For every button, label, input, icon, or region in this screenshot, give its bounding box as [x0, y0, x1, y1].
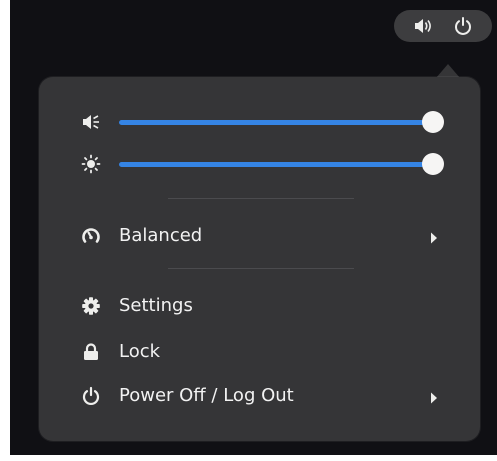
power-icon — [452, 15, 474, 37]
brightness-icon — [81, 154, 101, 174]
power-mode-item[interactable]: Balanced — [39, 218, 480, 254]
brightness-slider[interactable] — [119, 153, 444, 175]
volume-slider-handle[interactable] — [422, 111, 444, 133]
volume-slider-fill — [119, 120, 433, 125]
power-mode-label: Balanced — [119, 225, 203, 246]
lock-item[interactable]: Lock — [39, 334, 480, 370]
popover-arrow — [436, 64, 460, 78]
settings-item[interactable]: Settings — [39, 288, 480, 324]
brightness-slider-handle[interactable] — [422, 153, 444, 175]
chevron-right-icon — [427, 229, 441, 244]
brightness-slider-fill — [119, 162, 433, 167]
volume-slider[interactable] — [119, 111, 444, 133]
power-off-label: Power Off / Log Out — [119, 385, 294, 406]
volume-slider-row — [39, 107, 480, 137]
volume-muted-icon[interactable] — [81, 112, 101, 132]
lock-label: Lock — [119, 341, 161, 362]
separator — [168, 268, 354, 269]
chevron-right-icon — [427, 389, 441, 404]
separator — [168, 198, 354, 199]
volume-icon — [412, 15, 434, 37]
power-mode-gauge-icon — [81, 226, 101, 246]
brightness-slider-row — [39, 149, 480, 179]
quick-settings-menu: Balanced Settings Lock Power Off / Log O… — [39, 77, 480, 441]
gear-icon — [81, 296, 101, 316]
settings-label: Settings — [119, 295, 193, 316]
power-off-item[interactable]: Power Off / Log Out — [39, 378, 480, 414]
system-status-area[interactable] — [394, 10, 492, 42]
lock-icon — [81, 342, 101, 362]
power-icon — [81, 386, 101, 406]
